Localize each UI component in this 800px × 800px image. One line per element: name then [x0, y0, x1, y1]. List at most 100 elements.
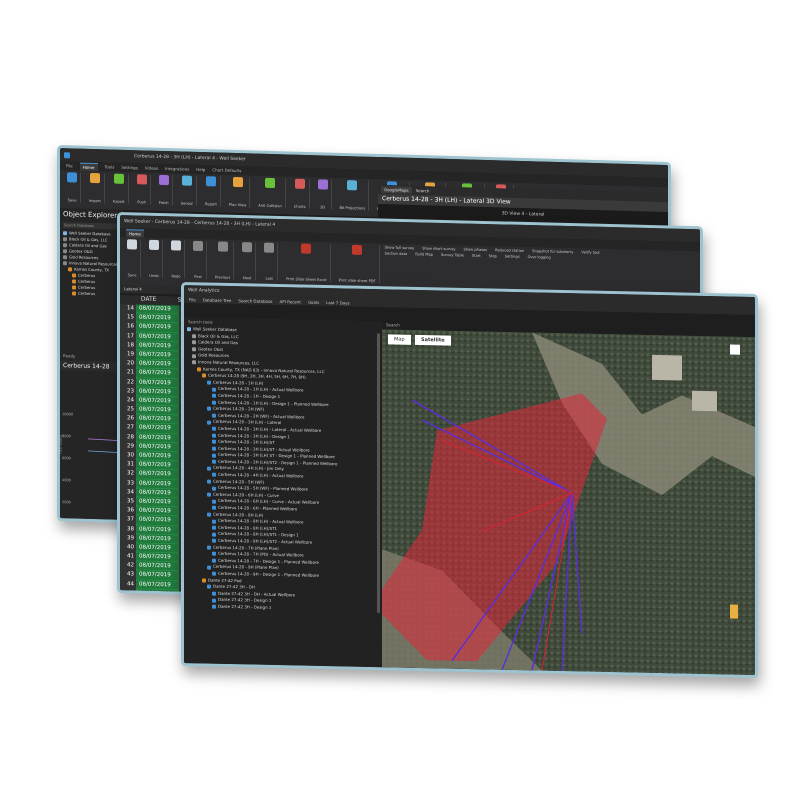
ribbon-button-undo[interactable]: Undo — [146, 239, 163, 279]
ribbon-button-report[interactable]: Report — [202, 176, 221, 207]
menu-api-recent[interactable]: API Recent — [280, 299, 301, 304]
menu-goals[interactable]: Goals — [308, 299, 319, 304]
well-icon — [207, 512, 211, 517]
ribbon-button-bit-projections[interactable]: Bit Projections — [336, 179, 370, 211]
row-number: 29 — [120, 441, 136, 452]
ribbon-label: Report — [205, 202, 217, 207]
folder-icon — [63, 237, 67, 242]
fullscreen-icon[interactable] — [730, 344, 740, 355]
date-cell[interactable]: 08/07/2019 — [136, 598, 179, 608]
checkbox-section-data[interactable]: Section data — [385, 252, 408, 257]
tab-cerberus[interactable]: Cerberus 14-28 — [60, 362, 110, 370]
table-row[interactable]: 46 08/07/2019 — [120, 598, 190, 608]
tab-home[interactable]: Home — [126, 228, 144, 238]
tree-scrollbar[interactable] — [377, 333, 380, 614]
tab-home[interactable]: Home — [79, 162, 98, 171]
ribbon-icon — [171, 240, 181, 251]
status-text: Ready — [63, 353, 76, 359]
ribbon-label: Plan View — [228, 202, 247, 208]
checkbox-show-short-survey[interactable]: Show short survey — [422, 246, 455, 251]
ribbon-button-print-slide-sheet-pdf[interactable]: Print slide sheet PDF — [335, 244, 380, 284]
checkbox-stop[interactable]: Stop — [489, 254, 497, 258]
date-cell[interactable]: 08/07/2019 — [136, 589, 179, 600]
row-number: 17 — [120, 331, 136, 342]
gm-search[interactable]: Search — [416, 188, 430, 193]
checkbox-build-map[interactable]: Build Map — [415, 252, 433, 256]
row-number: 41 — [120, 552, 136, 562]
map-canvas — [382, 329, 755, 676]
checkbox-verify-tool[interactable]: Verify tool — [581, 250, 599, 254]
ribbon-icon — [294, 178, 305, 189]
menu-last-7-days[interactable]: Last 7 Days — [326, 300, 349, 305]
well-icon — [207, 406, 211, 412]
row-number: 36 — [120, 506, 136, 516]
ribbon-button-sensor[interactable]: Sensor — [177, 175, 198, 206]
satellite-map[interactable]: Map Satellite — [382, 329, 755, 676]
tree-item[interactable]: Cerberus — [60, 290, 124, 298]
ribbon-button-plan-view[interactable]: Plan View — [225, 176, 251, 208]
ribbon-button-anti-collision[interactable]: Anti-Collision — [255, 177, 286, 209]
ribbon-button-push[interactable]: Push — [133, 174, 151, 205]
tab-videos[interactable]: Videos — [145, 165, 158, 170]
checkbox-reduced-station[interactable]: Reduced station — [495, 248, 524, 253]
checkbox-snapshot-for-submerry[interactable]: Snapshot for submerry — [532, 249, 573, 254]
ribbon-label: Push — [137, 200, 146, 205]
row-number: 42 — [120, 561, 136, 571]
middle-window-title: Well Seeker - Cerberus 14-28 - Cerberus … — [124, 219, 276, 228]
tab-chart-defaults[interactable]: Chart Defaults — [212, 167, 241, 173]
checkbox-survey-table[interactable]: Survey Table — [441, 253, 464, 258]
row-number: 35 — [120, 497, 136, 507]
ribbon-checkboxes: Show full survey Show short survey Show ph… — [385, 246, 615, 262]
gm-button[interactable]: GoogleMaps — [381, 186, 412, 194]
menu-file[interactable]: File — [189, 297, 196, 302]
ribbon-button-previous[interactable]: Previous — [212, 241, 235, 280]
ribbon-icon — [67, 172, 77, 183]
well-icon — [212, 558, 216, 563]
well-icon — [192, 340, 196, 345]
ribbon-button-save[interactable]: Save — [64, 172, 81, 203]
ribbon-button-next[interactable]: Next — [239, 241, 257, 281]
menu-search-database[interactable]: Search Database — [238, 298, 272, 304]
folder-icon — [63, 231, 67, 236]
tab-help[interactable]: Help — [196, 167, 205, 172]
tab-integrations[interactable]: Integrations — [165, 166, 189, 172]
checkbox-start[interactable]: Start — [472, 254, 481, 258]
ribbon-button-import[interactable]: Import — [86, 172, 105, 204]
ribbon-icon — [352, 244, 363, 255]
ribbon-button-print-slide-sheet-excel[interactable]: Print Slide Sheet Excel — [283, 243, 331, 283]
tab-settings[interactable]: Settings — [121, 165, 137, 170]
map-tab-satellite[interactable]: Satellite — [415, 334, 451, 346]
ribbon-button-3d[interactable]: 3D — [314, 179, 332, 210]
menu-database-tree[interactable]: Database Tree — [203, 297, 232, 303]
checkbox-over-logging[interactable]: Over logging — [528, 255, 551, 260]
street-view-pegman-icon[interactable] — [730, 604, 738, 619]
ribbon-icon — [149, 239, 159, 251]
row-number: 25 — [120, 405, 136, 415]
ribbon-button-charts[interactable]: Charts — [290, 178, 310, 210]
ribbon-button-save[interactable]: Save — [124, 239, 141, 278]
search-input[interactable]: Search Database — [63, 222, 121, 230]
well-icon — [207, 545, 211, 550]
ribbon-icon — [301, 243, 312, 254]
ribbon-icon — [113, 173, 124, 184]
row-number: 27 — [120, 423, 136, 434]
checkbox-show-full-survey[interactable]: Show full survey — [385, 246, 415, 251]
well-icon — [212, 473, 216, 478]
ribbon-button-fetch[interactable]: Fetch — [155, 174, 173, 206]
ribbon-icon — [264, 242, 275, 253]
folder-icon — [63, 243, 67, 248]
row-number: 18 — [120, 340, 136, 351]
window-icon — [64, 151, 70, 158]
well-icon — [207, 420, 211, 425]
checkbox-show-phases[interactable]: Show phases — [464, 247, 488, 252]
tab-tools[interactable]: Tools — [105, 164, 115, 169]
ribbon-button-first[interactable]: First — [190, 240, 207, 280]
tab-file[interactable]: File — [66, 163, 73, 168]
map-tab-map[interactable]: Map — [388, 334, 411, 345]
ribbon-button-redo[interactable]: Redo — [168, 240, 185, 279]
checkbox-settings[interactable]: Settings — [505, 254, 520, 258]
ribbon-button-last[interactable]: Last — [261, 242, 279, 281]
ribbon-label: Save — [67, 198, 77, 203]
table-row[interactable]: 45 08/07/2019 — [120, 588, 190, 600]
ribbon-button-export[interactable]: Export — [109, 173, 129, 205]
